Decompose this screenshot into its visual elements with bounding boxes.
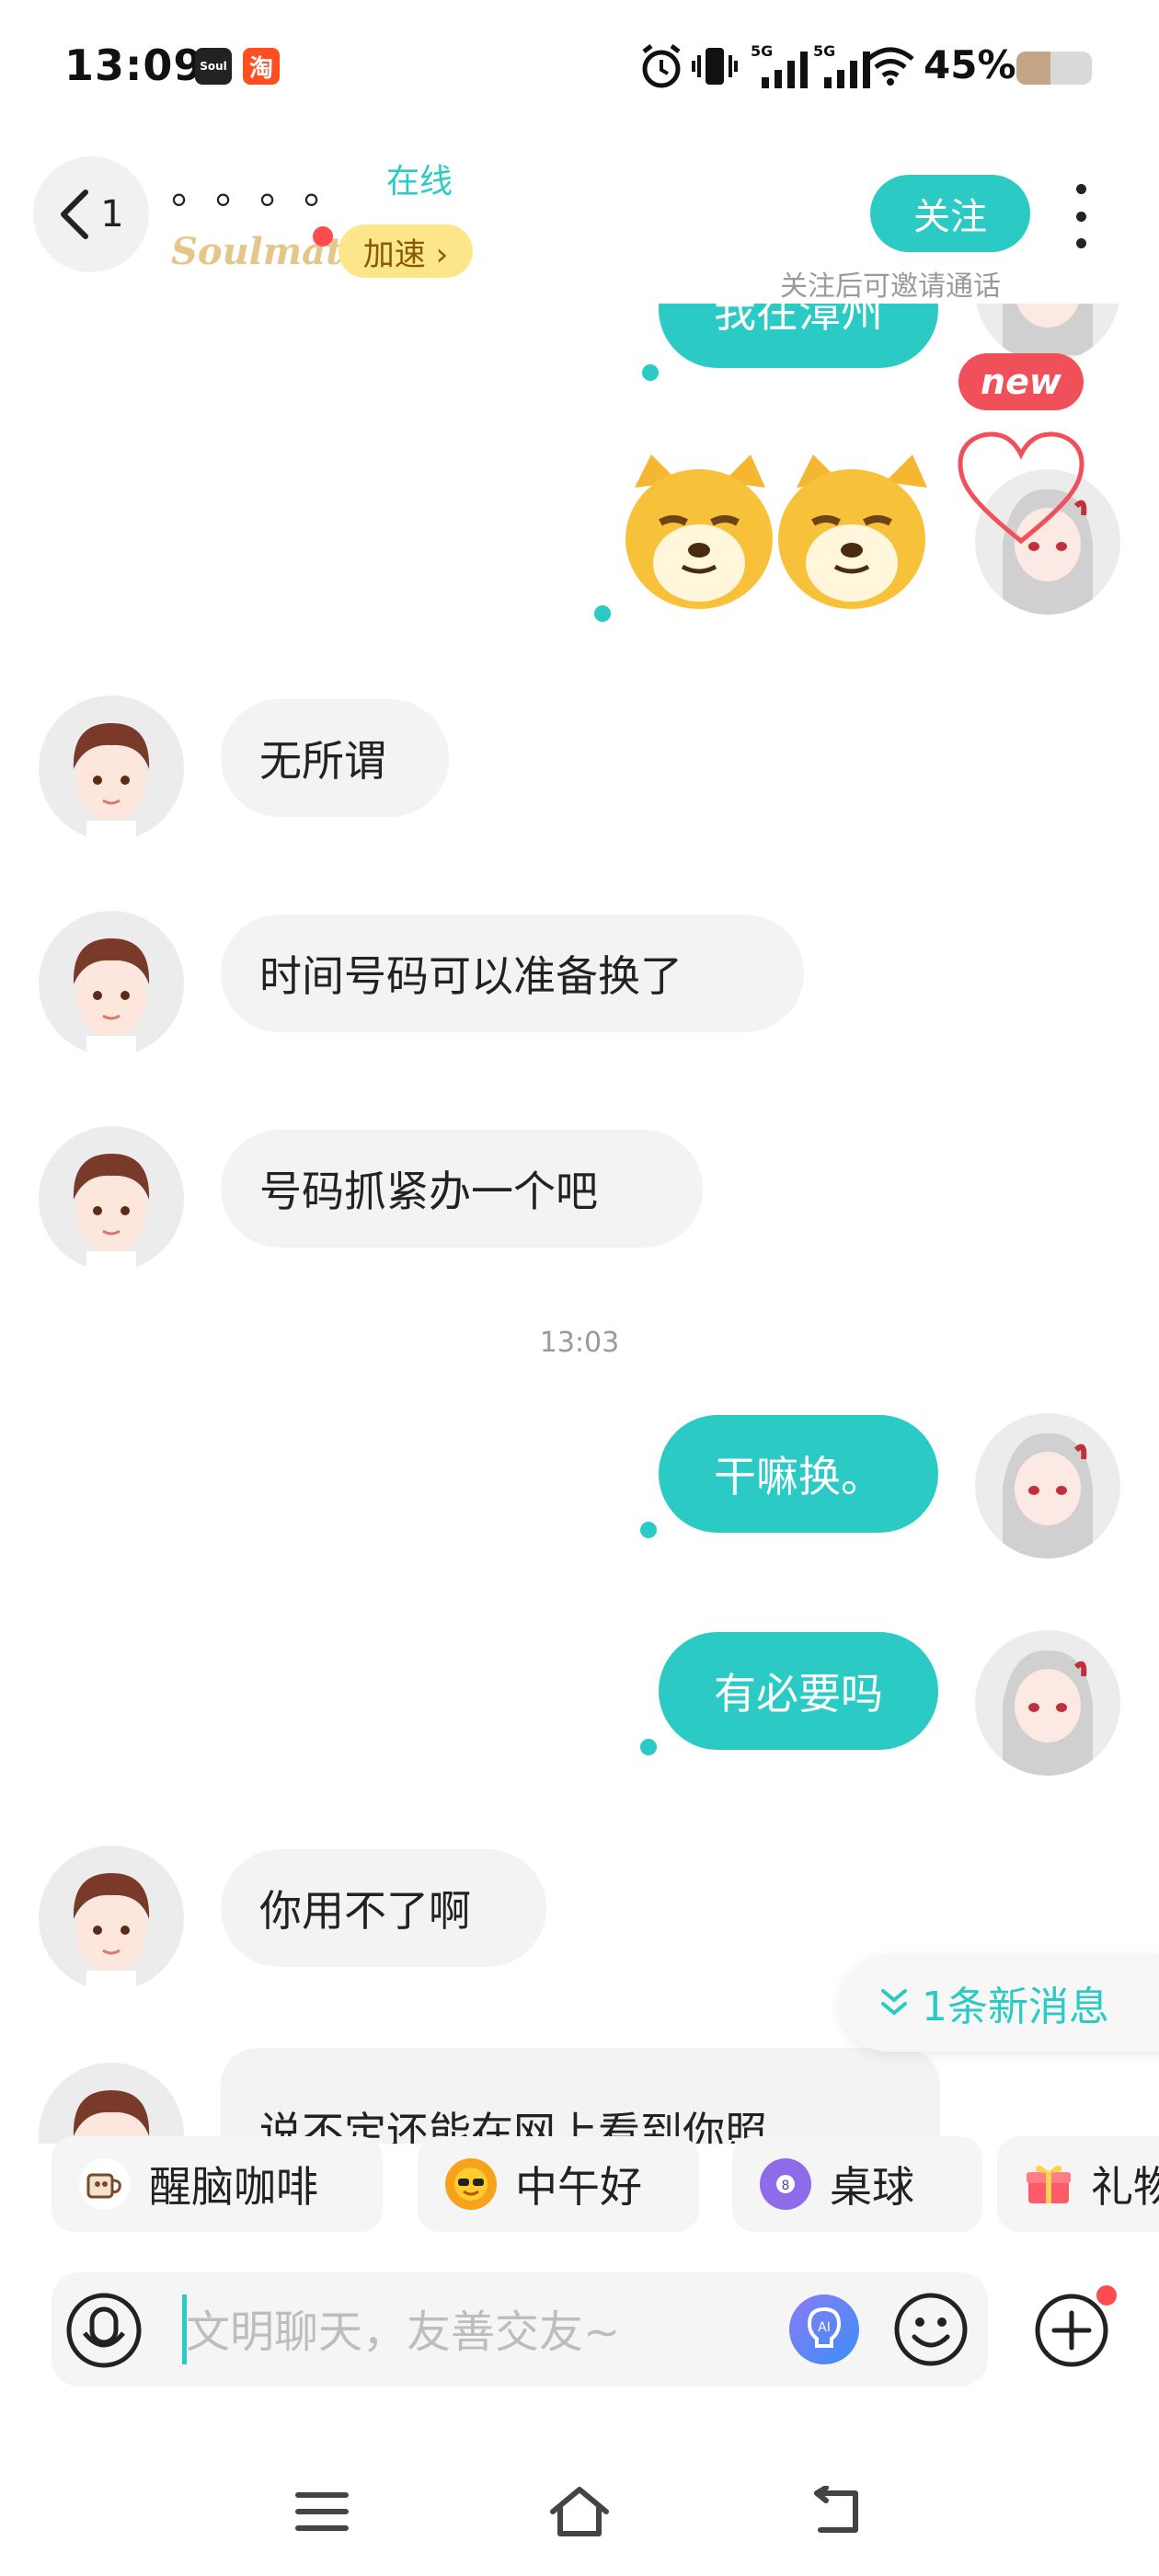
quick-chip-coffee[interactable]: 醒脑咖啡 — [52, 2136, 383, 2232]
gift-icon — [1025, 2158, 1073, 2210]
alarm-icon — [642, 44, 681, 88]
svg-text:8: 8 — [782, 2179, 790, 2193]
new-messages-label: 1条新消息 — [922, 1984, 1109, 2030]
heart-outline-icon — [958, 431, 1084, 545]
message-incoming[interactable]: 时间号码可以准备换了 — [221, 914, 804, 1032]
status-time: 13:09 — [64, 40, 204, 90]
emoji-icon[interactable] — [892, 2291, 970, 2368]
soul-app-icon: Soul — [195, 48, 232, 85]
ai-assistant-icon[interactable]: AI — [787, 2293, 861, 2366]
sticker-message[interactable] — [614, 451, 927, 616]
home-nav-button[interactable] — [543, 2475, 616, 2548]
my-avatar[interactable] — [975, 1413, 1120, 1558]
quick-chip-gift[interactable]: 礼物 — [997, 2136, 1159, 2232]
quick-chip-good-noon[interactable]: 中午好 — [418, 2136, 699, 2232]
contact-avatar[interactable] — [39, 696, 184, 841]
chip-label: 醒脑咖啡 — [149, 2162, 318, 2212]
battery-icon — [1016, 52, 1092, 85]
online-status: 在线 — [386, 163, 453, 201]
coffee-icon — [79, 2158, 131, 2210]
svg-text:AI: AI — [818, 2320, 831, 2335]
my-avatar[interactable] — [975, 1630, 1120, 1776]
plus-notification-dot — [1096, 2285, 1117, 2306]
read-dot — [594, 605, 611, 622]
more-options-button[interactable] — [1067, 184, 1095, 248]
billiard-ball-icon: 8 — [760, 2158, 811, 2210]
taobao-app-icon: 淘 — [243, 48, 280, 85]
message-incoming[interactable]: 你用不了啊 — [221, 1849, 546, 1967]
notification-dot — [313, 226, 333, 247]
contact-avatar[interactable] — [39, 1126, 184, 1271]
home-icon — [550, 2487, 609, 2536]
chip-label: 桌球 — [830, 2162, 914, 2212]
message-incoming[interactable]: 说不定还能在网上看到你照 — [221, 2048, 940, 2144]
chat-area[interactable]: 我在漳州 new 无所谓 时间号码可以准备换了 号码抓紧办一个吧 13:03 干… — [0, 304, 1159, 2144]
contact-avatar[interactable] — [39, 911, 184, 1056]
vibrate-icon — [692, 48, 738, 85]
message-incoming[interactable]: 号码抓紧办一个吧 — [221, 1130, 703, 1248]
new-messages-pill[interactable]: 1条新消息 — [839, 1954, 1159, 2052]
read-dot — [640, 1522, 657, 1538]
back-button[interactable]: 1 — [33, 156, 149, 272]
back-arrow-icon — [814, 2486, 858, 2533]
message-timestamp: 13:03 — [539, 1327, 620, 1359]
chevron-left-icon — [61, 190, 89, 239]
sun-sunglasses-icon — [445, 2158, 497, 2210]
read-dot — [642, 364, 659, 381]
battery-percent: 45% — [924, 42, 1016, 87]
menu-icon — [295, 2492, 349, 2531]
new-badge: new — [958, 353, 1084, 410]
menu-nav-button[interactable] — [285, 2475, 359, 2548]
signal-5g-icon-1: 5G — [751, 42, 808, 88]
follow-hint: 关注后可邀请通话 — [780, 270, 1001, 303]
message-outgoing[interactable]: 我在漳州 — [659, 304, 938, 368]
voice-mic-icon[interactable] — [64, 2291, 143, 2370]
follow-button[interactable]: 关注 — [870, 175, 1030, 252]
quick-chip-billiards[interactable]: 8 桌球 — [732, 2136, 982, 2232]
back-nav-button[interactable] — [800, 2475, 874, 2548]
unread-count: 1 — [100, 193, 124, 236]
wifi-icon — [866, 47, 914, 86]
signal-5g-icon-2: 5G — [813, 42, 870, 88]
speed-up-button[interactable]: 加速 › — [339, 224, 473, 278]
soulmate-label[interactable]: Soulmate — [171, 230, 366, 273]
shiba-doge-sticker-icon — [625, 454, 927, 609]
message-outgoing[interactable]: 有必要吗 — [659, 1632, 938, 1750]
chip-label: 礼物 — [1091, 2162, 1159, 2212]
read-dot — [640, 1739, 657, 1755]
contact-avatar[interactable] — [39, 1846, 184, 1991]
message-outgoing[interactable]: 干嘛换。 — [659, 1415, 938, 1533]
message-input[interactable] — [184, 2296, 730, 2368]
double-chevron-down-icon — [881, 1989, 907, 2016]
chip-label: 中午好 — [515, 2162, 642, 2212]
message-incoming[interactable]: 无所谓 — [221, 699, 449, 817]
contact-name[interactable]: 。。。。 — [171, 156, 368, 215]
contact-avatar[interactable] — [39, 2063, 184, 2144]
